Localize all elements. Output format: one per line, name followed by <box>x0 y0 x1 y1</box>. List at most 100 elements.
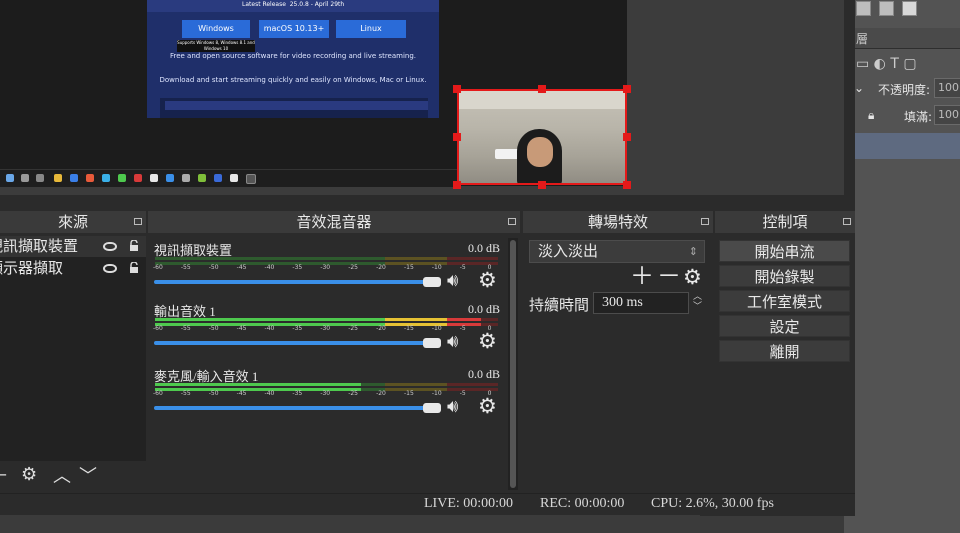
duration-label: 持續時間 <box>529 296 590 314</box>
mixer-title: 音效混音器 <box>148 211 520 233</box>
source-label: 視訊擷取裝置 <box>0 237 79 255</box>
settings-button[interactable]: 設定 <box>719 315 850 337</box>
meter-tick-label: -50 <box>208 264 219 271</box>
opacity-field[interactable]: 100 <box>934 78 960 98</box>
live-timer: LIVE: 00:00:00 <box>424 496 514 511</box>
app-icon <box>182 174 190 182</box>
gear-icon[interactable]: ⚙ <box>683 265 702 289</box>
app-icon <box>230 174 238 182</box>
move-down-icon[interactable]: ﹀ <box>79 462 97 488</box>
app-icon <box>70 174 78 182</box>
speaker-icon[interactable]: 🔊︎ <box>447 331 458 352</box>
volume-slider[interactable] <box>154 406 438 410</box>
meter-zone <box>384 257 447 260</box>
float-dock-icon[interactable] <box>701 218 709 225</box>
meter-zone <box>155 257 385 260</box>
add-transition-icon[interactable]: ＋ <box>630 264 654 288</box>
resize-handle[interactable] <box>453 85 461 93</box>
resize-handle[interactable] <box>623 85 631 93</box>
resize-handle[interactable] <box>453 133 461 141</box>
studio-mode-button[interactable]: 工作室模式 <box>719 290 850 312</box>
visibility-eye-icon[interactable] <box>103 264 117 273</box>
start-recording-button[interactable]: 開始錄製 <box>719 265 850 287</box>
resize-handle[interactable] <box>453 181 461 189</box>
unlock-icon[interactable] <box>129 262 139 274</box>
distribute-icon[interactable] <box>879 1 894 16</box>
website-subtitle: Download and start streaming quickly and… <box>159 76 427 84</box>
meter-level <box>155 318 385 321</box>
source-item-video-capture[interactable]: 視訊擷取裝置 <box>0 236 146 257</box>
transition-select[interactable]: 淡入淡出 ⇕ <box>529 240 705 263</box>
meter-tick-label: -55 <box>180 264 191 271</box>
meter-level <box>446 318 481 321</box>
gear-icon[interactable]: ⚙ <box>478 329 497 353</box>
sources-title: 來源 <box>0 211 146 233</box>
meter-tick-label: -40 <box>264 325 275 332</box>
transition-selected: 淡入淡出 <box>538 242 599 260</box>
volume-slider-handle[interactable] <box>423 277 441 287</box>
meter-tick-label: -20 <box>376 390 386 397</box>
meter-level <box>384 318 447 321</box>
meter-tick-label: -30 <box>320 264 331 271</box>
background-window <box>0 515 700 533</box>
gear-icon[interactable]: ⚙ <box>478 394 497 418</box>
display-capture-taskbar <box>0 169 457 187</box>
resize-handle[interactable] <box>538 85 546 93</box>
windows-download-button: Windows <box>182 20 250 38</box>
photoshop-selected-layer[interactable] <box>852 133 960 159</box>
volume-slider[interactable] <box>154 341 438 345</box>
app-icon <box>134 174 142 182</box>
latest-release-label: Latest Release <box>242 1 286 8</box>
meter-tick-label: -45 <box>236 390 247 397</box>
fill-field[interactable]: 100 <box>934 105 960 125</box>
float-dock-icon[interactable] <box>843 218 851 225</box>
exit-button[interactable]: 離開 <box>719 340 850 362</box>
start-streaming-button[interactable]: 開始串流 <box>719 240 850 262</box>
obs-icon <box>246 174 256 184</box>
source-item-display-capture[interactable]: 顯示器擷取 <box>0 258 146 279</box>
float-dock-icon[interactable] <box>508 218 516 225</box>
volume-slider-handle[interactable] <box>423 338 441 348</box>
task-view-icon <box>36 174 44 182</box>
volume-slider-handle[interactable] <box>423 403 441 413</box>
resize-handle[interactable] <box>538 181 546 189</box>
speaker-icon[interactable]: 🔊︎ <box>447 396 458 417</box>
resize-handle[interactable] <box>623 133 631 141</box>
photoshop-fill-row: 🔒︎ 填滿: 100 <box>852 105 960 127</box>
spin-down-icon[interactable]: ﹀ <box>690 302 705 312</box>
meter-tick-label: -60 <box>153 325 163 332</box>
source-label: 顯示器擷取 <box>0 259 64 277</box>
app-icon <box>86 174 94 182</box>
move-up-icon[interactable]: ︿ <box>53 462 71 488</box>
meter-tick-label: -5 <box>459 264 466 271</box>
gear-icon[interactable]: ⚙ <box>478 268 497 292</box>
spin-up-icon[interactable]: ︿ <box>690 292 705 302</box>
search-icon <box>21 174 29 182</box>
lock-icon[interactable]: 🔒︎ <box>868 108 874 123</box>
duration-spinner[interactable]: ︿ ﹀ <box>690 292 705 314</box>
remove-source-icon[interactable]: – <box>0 464 7 485</box>
meter-tick-label: -25 <box>348 264 359 271</box>
channel-db: 0.0 dB <box>468 241 501 255</box>
mixer-scrollbar-thumb[interactable] <box>510 240 516 488</box>
visibility-eye-icon[interactable] <box>103 242 117 251</box>
remove-transition-icon[interactable]: － <box>657 264 681 288</box>
meter-tick-label: -25 <box>348 390 359 397</box>
float-dock-icon[interactable] <box>134 218 142 225</box>
meter-tick-label: -15 <box>403 264 414 271</box>
transform-icon[interactable] <box>902 1 917 16</box>
meter-tick-label: -50 <box>208 390 219 397</box>
photoshop-layers-tab[interactable]: 層 <box>852 28 960 49</box>
gear-icon[interactable]: ⚙ <box>21 464 37 485</box>
align-icon[interactable] <box>856 1 871 16</box>
speaker-icon[interactable]: 🔊︎ <box>447 270 458 291</box>
app-icon <box>102 174 110 182</box>
resize-handle[interactable] <box>623 181 631 189</box>
meter-tick-label: -35 <box>292 390 303 397</box>
duration-input[interactable]: 300 ms <box>593 292 689 314</box>
meter-zone <box>446 383 498 386</box>
meter-tick-label: -30 <box>320 325 331 332</box>
volume-slider[interactable] <box>154 280 438 284</box>
unlock-icon[interactable] <box>129 240 139 252</box>
meter-tick-label: -55 <box>180 325 191 332</box>
